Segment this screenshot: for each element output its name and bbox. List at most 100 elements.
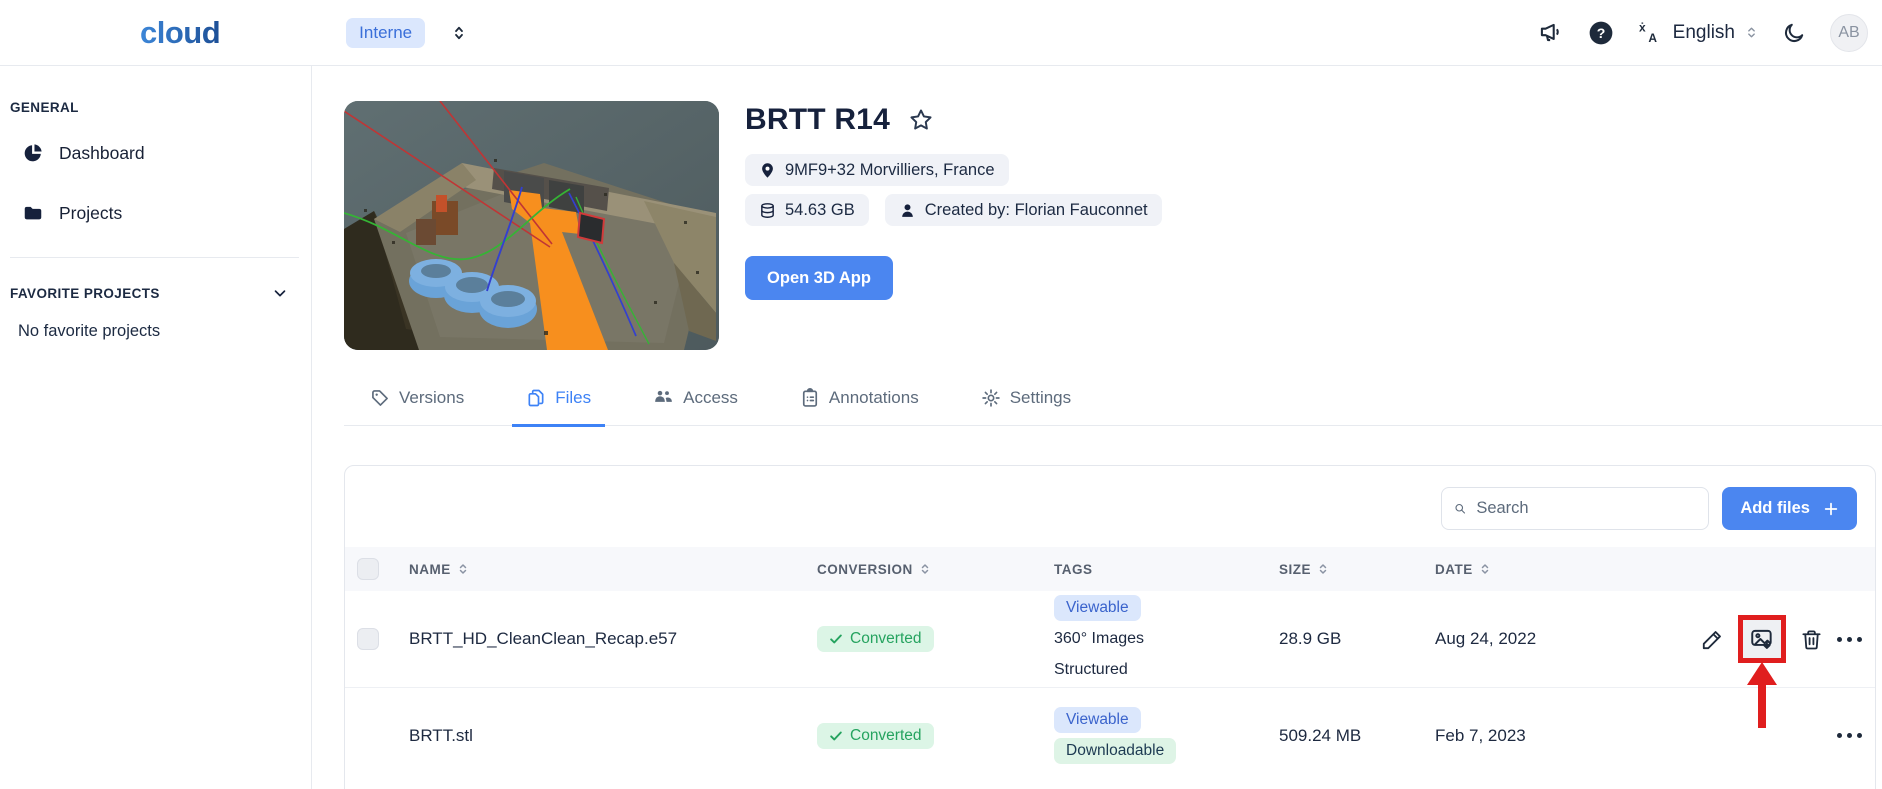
column-header-conversion[interactable]: CONVERSION	[817, 562, 1054, 577]
project-header: BRTT R14 9MF9+32 Morvilliers, France 54.…	[344, 101, 1882, 350]
moon-icon[interactable]	[1782, 21, 1806, 45]
edit-icon[interactable]	[1701, 628, 1724, 651]
size-text: 54.63 GB	[785, 200, 855, 219]
tab-label: Settings	[1009, 387, 1072, 407]
language-selector[interactable]: ẋA English	[1638, 20, 1758, 45]
tab-versions[interactable]: Versions	[356, 387, 478, 427]
tags-cell: Viewable Downloadable	[1054, 707, 1279, 764]
favorites-empty-text: No favorite projects	[18, 322, 161, 340]
trash-icon[interactable]	[1800, 628, 1823, 651]
files-card: Add files NAME CONVERSION TAGS	[344, 465, 1876, 789]
project-badges-row-2: 54.63 GB Created by: Florian Fauconnet	[745, 194, 1162, 226]
sidebar-section-general: GENERAL	[0, 100, 311, 115]
row-actions	[1697, 733, 1875, 738]
point-cloud-preview-image	[344, 101, 719, 350]
language-chevron-updown-icon	[1748, 27, 1755, 38]
file-name[interactable]: BRTT.stl	[409, 726, 817, 746]
page-title: BRTT R14	[745, 103, 890, 136]
search-box[interactable]	[1441, 487, 1710, 530]
project-title-row: BRTT R14	[745, 103, 1162, 137]
column-label: CONVERSION	[817, 561, 913, 577]
row-checkbox[interactable]	[357, 628, 379, 650]
select-all-checkbox[interactable]	[357, 558, 379, 580]
files-toolbar: Add files	[345, 466, 1875, 547]
tag-structured: Structured	[1054, 661, 1128, 678]
column-header-name[interactable]: NAME	[409, 562, 817, 577]
tag-viewable: Viewable	[1054, 595, 1141, 621]
table-row[interactable]: BRTT.stl Converted Viewable Downloadable…	[345, 687, 1875, 783]
add-files-button[interactable]: Add files	[1722, 487, 1857, 530]
avatar[interactable]: AB	[1830, 13, 1868, 52]
app-logo[interactable]: cloud	[140, 15, 221, 51]
megaphone-icon[interactable]	[1538, 20, 1564, 46]
sort-icon[interactable]	[457, 562, 469, 576]
conversion-label: Converted	[850, 630, 922, 647]
svg-text:A: A	[1648, 31, 1657, 45]
highlight-red-box	[1738, 615, 1786, 728]
check-icon	[830, 634, 842, 644]
tags-cell: Viewable 360° Images Structured	[1054, 595, 1279, 683]
tab-label: Versions	[399, 387, 465, 407]
clipboard-icon	[802, 387, 817, 407]
column-label: DATE	[1435, 561, 1473, 577]
gear-icon	[981, 388, 1000, 407]
sidebar-item-dashboard[interactable]: Dashboard	[0, 131, 311, 175]
workspace-switcher[interactable]: Interne	[346, 17, 468, 48]
people-icon	[655, 390, 672, 402]
top-bar: cloud Interne ? ẋA English AB	[0, 0, 1882, 66]
table-row[interactable]: BRTT_HD_CleanClean_Recap.e57 Converted V…	[345, 591, 1875, 728]
sort-icon[interactable]	[1317, 562, 1329, 576]
image-download-icon[interactable]	[1749, 626, 1775, 652]
conversion-status-badge: Converted	[817, 626, 934, 652]
map-pin-icon	[762, 162, 773, 178]
tab-label: Files	[555, 387, 592, 407]
tab-access[interactable]: Access	[639, 387, 752, 427]
search-input[interactable]	[1476, 499, 1697, 518]
favorite-star-icon[interactable]	[908, 107, 934, 133]
help-glyph: ?	[1596, 24, 1605, 40]
tab-settings[interactable]: Settings	[967, 387, 1085, 427]
conversion-status-badge: Converted	[817, 722, 934, 749]
database-icon	[761, 202, 774, 218]
ellipsis-icon[interactable]	[1837, 636, 1862, 642]
table-header: NAME CONVERSION TAGS SIZE DATE	[345, 547, 1875, 591]
sidebar-item-label: Projects	[59, 202, 123, 223]
chevron-down-icon[interactable]	[271, 284, 289, 302]
tab-annotations[interactable]: Annotations	[786, 387, 933, 427]
annotation-arrow	[1747, 662, 1777, 728]
conversion-label: Converted	[850, 726, 922, 744]
main-content: BRTT R14 9MF9+32 Morvilliers, France 54.…	[312, 66, 1882, 789]
sidebar-item-projects[interactable]: Projects	[0, 191, 311, 235]
workspace-badge[interactable]: Interne	[346, 17, 426, 48]
sort-icon[interactable]	[919, 562, 931, 576]
file-date: Feb 7, 2023	[1435, 725, 1526, 745]
tag-viewable: Viewable	[1054, 707, 1141, 733]
search-icon	[1455, 503, 1466, 514]
translate-icon: ẋA	[1639, 20, 1657, 45]
workspace-chevron-updown-icon[interactable]	[450, 24, 468, 42]
tag-360-images: 360° Images	[1054, 630, 1145, 647]
sidebar-divider	[10, 257, 299, 258]
tab-label: Access	[683, 387, 738, 407]
tab-files[interactable]: Files	[512, 387, 606, 427]
column-label: TAGS	[1054, 561, 1093, 577]
created-by-text: Created by: Florian Fauconnet	[924, 200, 1148, 219]
ellipsis-icon[interactable]	[1837, 733, 1862, 738]
plus-icon	[1824, 502, 1838, 515]
app-window: cloud Interne ? ẋA English AB GENERAL Da…	[0, 0, 1882, 789]
open-3d-app-button[interactable]: Open 3D App	[745, 256, 893, 300]
files-icon	[528, 389, 544, 406]
help-icon[interactable]: ?	[1588, 20, 1614, 46]
project-thumbnail[interactable]	[344, 101, 719, 350]
file-name[interactable]: BRTT_HD_CleanClean_Recap.e57	[409, 629, 817, 649]
add-files-label: Add files	[1740, 499, 1810, 517]
location-badge: 9MF9+32 Morvilliers, France	[745, 154, 1009, 186]
favorites-title: FAVORITE PROJECTS	[10, 285, 160, 301]
sort-icon[interactable]	[1479, 562, 1491, 576]
column-header-size[interactable]: SIZE	[1279, 562, 1435, 577]
column-header-date[interactable]: DATE	[1435, 562, 1697, 577]
tag-icon	[372, 389, 388, 406]
project-info: BRTT R14 9MF9+32 Morvilliers, France 54.…	[745, 101, 1162, 350]
sidebar-section-favorites[interactable]: FAVORITE PROJECTS	[0, 284, 311, 302]
language-label[interactable]: English	[1673, 22, 1735, 44]
